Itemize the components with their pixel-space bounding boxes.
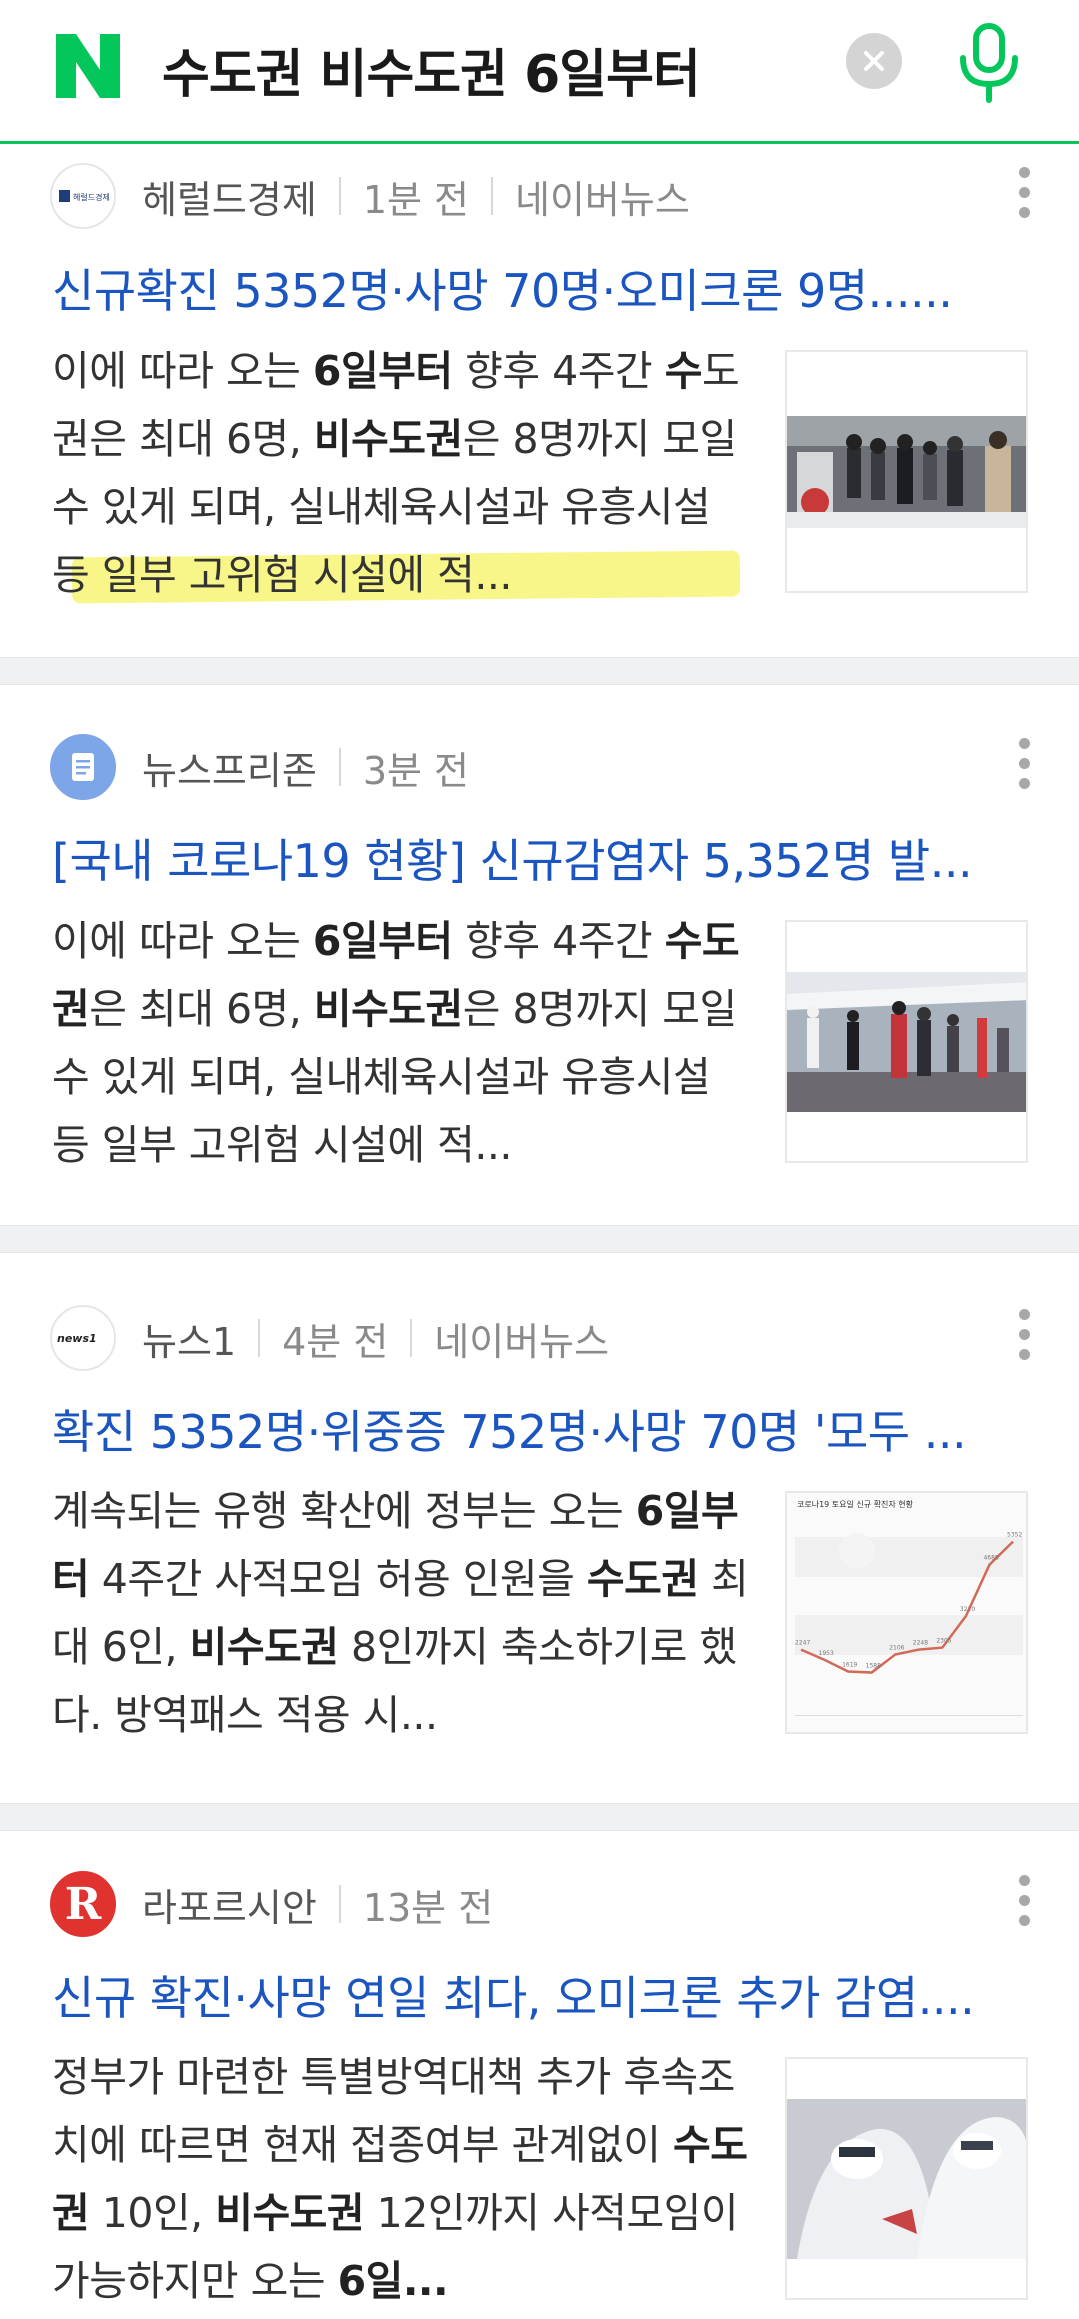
herald-logo-text: 헤럴드경제 [73, 192, 110, 202]
medical-staff-photo-icon [787, 2099, 1026, 2259]
press-logo-heraldcorp: 헤럴드경제 [50, 163, 116, 229]
news-card[interactable]: R 라포르시안 13분 전 신규 확진·사망 연일 최다, 오미크론 추가 감염… [0, 1831, 1079, 2319]
article-title[interactable]: [국내 코로나19 현황] 신규감염자 5,352명 발... [52, 825, 1032, 891]
search-input[interactable]: 수도권 비수도권 6일부터 [162, 32, 701, 107]
article-meta: 뉴스1 4분 전 네이버뉴스 [142, 1305, 609, 1371]
chart-value-label: 3210 [960, 1606, 975, 1613]
keyword-highlight: 6일부터 [312, 917, 453, 965]
news-card[interactable]: 헤럴드경제 헤럴드경제 1분 전 네이버뉴스 신규확진 5352명·사망 70명… [0, 147, 1079, 657]
chart-value-label: 1953 [819, 1650, 834, 1657]
divider [338, 1885, 341, 1923]
more-options-icon[interactable] [1012, 167, 1036, 227]
press-name[interactable]: 헤럴드경제 [142, 169, 317, 224]
news-card[interactable]: news1 뉴스1 4분 전 네이버뉴스 확진 5352명·위중증 752명·사… [0, 1253, 1079, 1803]
keyword-highlight: 비수도권 [215, 2189, 365, 2237]
news1-logo-icon: news1 [57, 1332, 97, 1345]
snippet-text: 10인, [89, 2189, 216, 2237]
article-snippet: 계속되는 유행 확산에 정부는 오는 6일부터 4주간 사적모임 허용 인원을 … [52, 1477, 752, 1749]
more-options-icon[interactable] [1012, 1875, 1036, 1935]
chart-value-label: 5352 [1007, 1532, 1022, 1539]
article-snippet: 정부가 마련한 특별방역대책 추가 후속조치에 따르면 현재 접종여부 관계없이… [52, 2043, 752, 2319]
card-separator [0, 1225, 1079, 1253]
crowd-photo-icon [787, 416, 1026, 528]
snippet-text: 이에 따라 오는 [52, 917, 313, 965]
article-time: 3분 전 [362, 748, 469, 793]
press-logo-newsprizone [50, 734, 116, 800]
chart-value-label: 4688 [983, 1555, 998, 1562]
article-thumbnail[interactable] [785, 2057, 1028, 2300]
keyword-highlight: 수 [664, 347, 703, 395]
news1-logo-text: news1 [57, 1332, 97, 1345]
article-time: 1분 전 [362, 177, 469, 222]
microphone-icon[interactable] [955, 22, 1023, 104]
snippet-text: 은 최대 6명, [89, 985, 314, 1033]
chart-thumb-title: 코로나19 토요일 신규 확진자 현황 [797, 1499, 914, 1509]
article-meta: 뉴스프리존 3분 전 [142, 734, 469, 800]
article-title[interactable]: 신규확진 5352명·사망 70명·오미크론 9명...... [52, 255, 1032, 321]
keyword-highlight: 6일부터 [312, 347, 453, 395]
snippet-text: 계속되는 유행 확산에 정부는 오는 [52, 1487, 636, 1535]
article-thumbnail[interactable] [785, 350, 1028, 593]
search-bar: 수도권 비수도권 6일부터 [0, 0, 1079, 144]
keyword-highlight: 비수도권 [313, 985, 463, 1033]
chart-value-label: 1619 [842, 1661, 857, 1668]
document-icon [72, 753, 94, 781]
chart-value-label: 2247 [795, 1640, 810, 1647]
press-logo-rapportian: R [50, 1871, 116, 1937]
card-separator [0, 1803, 1079, 1831]
article-meta: 라포르시안 13분 전 [142, 1871, 493, 1937]
divider [338, 748, 341, 786]
divider [258, 1319, 261, 1357]
divider [491, 177, 493, 215]
divider [410, 1319, 413, 1357]
keyword-highlight: 6일... [337, 2257, 449, 2305]
article-title[interactable]: 확진 5352명·위중증 752명·사망 70명 '모두 ... [52, 1396, 1032, 1462]
article-snippet: 이에 따라 오는 6일부터 향후 4주간 수도권은 최대 6명, 비수도권은 8… [52, 907, 752, 1179]
chart-value-label: 1588 [866, 1663, 881, 1670]
chart-value-label: 2106 [889, 1645, 904, 1652]
snippet-text: 정부가 마련한 특별방역대책 추가 후속조치에 따르면 현재 접종여부 관계없이 [52, 2053, 735, 2169]
keyword-highlight: 비수도권 [313, 415, 463, 463]
press-name[interactable]: 뉴스1 [142, 1311, 236, 1366]
divider [338, 177, 341, 215]
snippet-text: 향후 4주간 [452, 347, 665, 395]
naver-news-link[interactable]: 네이버뉴스 [434, 1311, 609, 1366]
clear-search-button[interactable] [846, 33, 902, 89]
snippet-text: 은 최대 6명, [89, 415, 314, 463]
naver-logo-icon[interactable] [52, 30, 124, 102]
snippet-text: 4주간 사적모임 허용 인원을 [89, 1555, 587, 1603]
chart-value-label: 2305 [936, 1638, 951, 1645]
rapportian-logo-text: R [64, 1878, 102, 1930]
line-chart-thumbnail: 코로나19 토요일 신규 확진자 현황 2247 1953 1619 1588 2106… [787, 1493, 1026, 1732]
article-time: 13분 전 [362, 1885, 494, 1930]
keyword-highlight: 비수도권 [189, 1623, 339, 1671]
keyword-highlight: 수도권 [586, 1555, 699, 1603]
press-name[interactable]: 뉴스프리존 [142, 740, 317, 795]
article-time: 4분 전 [282, 1319, 389, 1364]
article-snippet: 이에 따라 오는 6일부터 향후 4주간 수도권은 최대 6명, 비수도권은 8… [52, 337, 752, 609]
article-meta: 헤럴드경제 1분 전 네이버뉴스 [142, 163, 690, 229]
naver-news-link[interactable]: 네이버뉴스 [515, 169, 690, 224]
herald-logo-icon: 헤럴드경제 [59, 190, 110, 202]
article-thumbnail[interactable] [785, 920, 1028, 1163]
testing-site-photo-icon [787, 972, 1026, 1112]
news-card[interactable]: 뉴스프리존 3분 전 [국내 코로나19 현황] 신규감염자 5,352명 발.… [0, 685, 1079, 1225]
article-title[interactable]: 신규 확진·사망 연일 최다, 오미크론 추가 감염.... [52, 1962, 1032, 2028]
more-options-icon[interactable] [1012, 1309, 1036, 1369]
close-icon [864, 51, 884, 71]
press-name[interactable]: 라포르시안 [142, 1877, 317, 1932]
snippet-text: 이에 따라 오는 [52, 347, 313, 395]
chart-value-label: 2248 [913, 1640, 928, 1647]
press-logo-news1: news1 [50, 1305, 116, 1371]
more-options-icon[interactable] [1012, 738, 1036, 798]
article-thumbnail[interactable]: 코로나19 토요일 신규 확진자 현황 2247 1953 1619 1588 2106… [785, 1491, 1028, 1734]
snippet-text: 향후 4주간 [452, 917, 665, 965]
card-separator [0, 657, 1079, 685]
